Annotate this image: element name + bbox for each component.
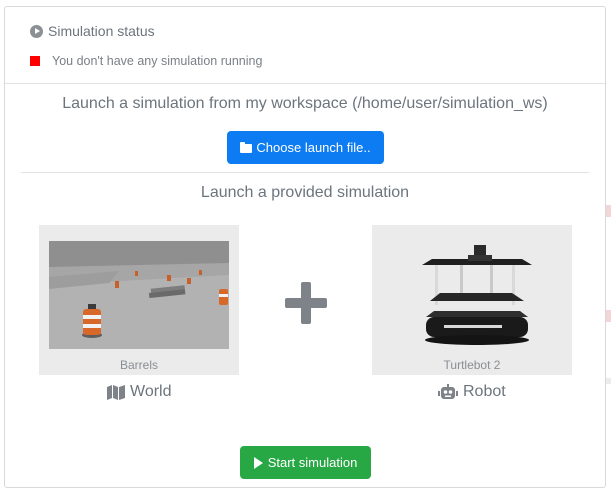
status-message: You don't have any simulation running [30,54,262,68]
plus-icon [285,282,327,324]
robot-caption: Robot [438,383,506,401]
status-title-text: Simulation status [48,23,155,39]
world-caption-text: World [130,383,172,400]
start-simulation-label: Start simulation [267,455,358,470]
world-card-barrels[interactable]: Barrels [39,225,239,375]
provided-simulation-title: Launch a provided simulation [200,184,410,201]
launch-simulation-dialog: Simulation status You don't have any sim… [4,6,606,488]
robot-thumbnail-label: Turtlebot 2 [443,358,501,372]
barrels-world-thumbnail [49,241,229,349]
simulation-status-heading: Simulation status [30,23,155,39]
robot-card-turtlebot[interactable]: Turtlebot 2 [372,225,572,375]
world-caption: World [107,383,172,401]
start-simulation-button[interactable]: Start simulation [240,446,371,479]
play-icon [253,456,263,469]
world-thumbnail-label: Barrels [119,358,158,372]
map-icon [107,384,125,400]
play-circle-icon [30,24,43,38]
robot-icon [438,384,458,399]
status-message-text: You don't have any simulation running [52,54,263,68]
turtlebot-thumbnail [422,245,532,345]
robot-caption-text: Robot [463,383,506,400]
status-indicator-icon [30,56,40,66]
choose-launch-file-label: Choose launch file.. [256,140,371,155]
choose-launch-file-button[interactable]: Choose launch file.. [227,131,384,164]
workspace-launch-title: Launch a simulation from my workspace (/… [62,95,548,112]
section-divider [21,172,589,173]
folder-icon [240,141,253,153]
simulation-status-section: Simulation status You don't have any sim… [5,7,605,84]
